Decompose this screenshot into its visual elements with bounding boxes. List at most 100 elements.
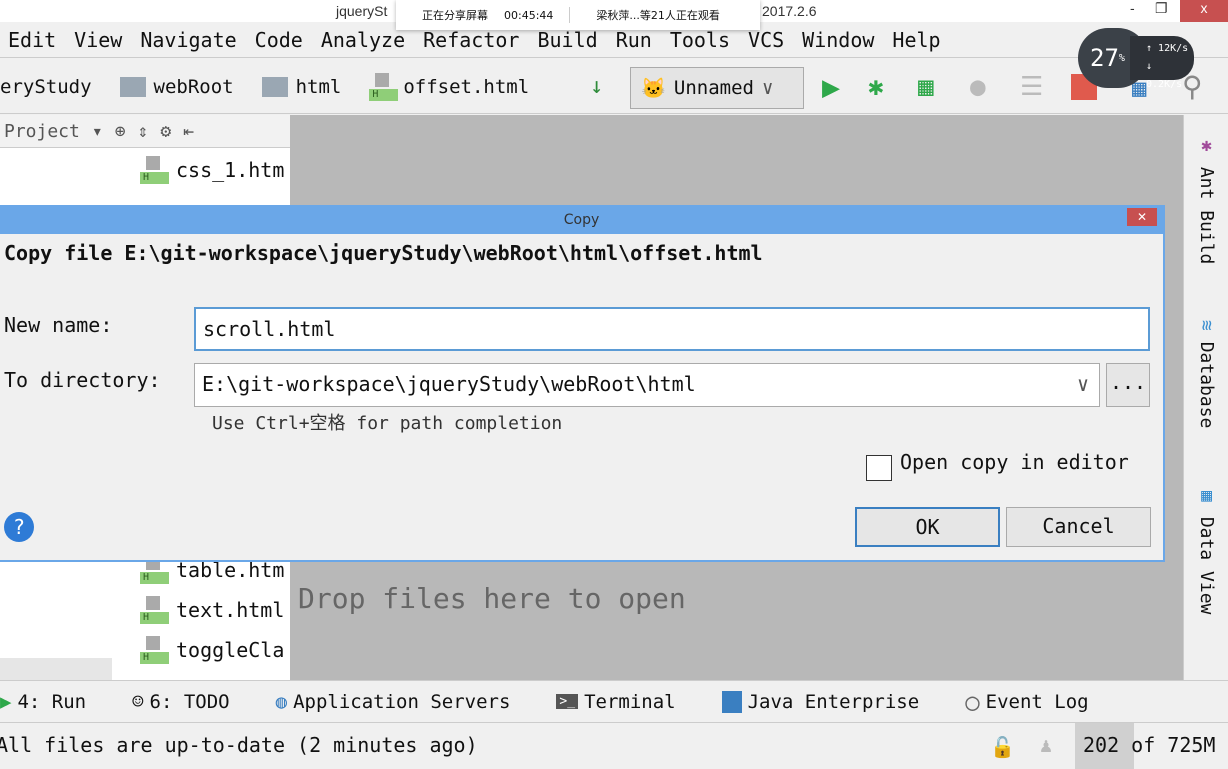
menu-refactor[interactable]: Refactor xyxy=(423,28,519,52)
profile-icon[interactable]: ● xyxy=(970,72,986,102)
cancel-button[interactable]: Cancel xyxy=(1006,507,1151,547)
breadcrumb-label: offset.html xyxy=(403,75,530,98)
status-message: All files are up-to-date (2 minutes ago) xyxy=(0,733,478,757)
tree-item[interactable]: text.html xyxy=(140,596,284,624)
browse-button[interactable]: ... xyxy=(1106,363,1150,407)
tool-label: Terminal xyxy=(584,690,676,713)
menu-code[interactable]: Code xyxy=(255,28,303,52)
gear-icon[interactable]: ⚙ xyxy=(160,121,171,142)
speech-bubble-icon: ○ xyxy=(965,687,980,716)
copy-dialog: Copy ✕ Copy file E:\git-workspace\jquery… xyxy=(0,205,1165,562)
tree-item[interactable]: toggleCla xyxy=(140,636,284,664)
directory-combo[interactable]: E:\git-workspace\jqueryStudy\webRoot\htm… xyxy=(194,363,1100,407)
share-status: 正在分享屏幕 xyxy=(422,9,488,22)
file-name: css_1.htm xyxy=(176,158,285,182)
html-file-icon xyxy=(369,72,399,101)
todo-icon: ☺ xyxy=(132,690,144,713)
file-name: toggleCla xyxy=(176,638,285,662)
close-button[interactable]: x xyxy=(1180,0,1228,22)
collapse-all-icon[interactable]: ⇕ xyxy=(138,121,149,142)
to-directory-label: To directory: xyxy=(4,368,161,392)
directory-value: E:\git-workspace\jqueryStudy\webRoot\htm… xyxy=(202,372,696,396)
upload-speed: 12 xyxy=(1158,43,1171,54)
breadcrumb-project[interactable]: eryStudy xyxy=(0,76,92,98)
run-tool-button[interactable]: ▶ 4: Run xyxy=(0,691,86,713)
build-artifacts-icon[interactable]: ☰ xyxy=(1020,72,1043,102)
menu-help[interactable]: Help xyxy=(892,28,940,52)
editor-empty-text: Drop files here to open xyxy=(298,582,686,615)
html-file-icon xyxy=(140,596,169,624)
run-config-dropdown[interactable]: 🐱 Unnamed ∨ xyxy=(630,67,804,109)
run-config-label: Unnamed xyxy=(673,77,754,99)
help-button[interactable]: ? xyxy=(4,512,34,542)
breadcrumb-label: eryStudy xyxy=(0,75,92,98)
terminal-icon: >_ xyxy=(556,694,579,709)
menu-navigate[interactable]: Navigate xyxy=(140,28,236,52)
inspector-icon[interactable]: ♟ xyxy=(1040,733,1052,757)
file-name: text.html xyxy=(176,598,285,622)
ant-build-tab[interactable]: ✱ Ant Build xyxy=(1196,135,1217,264)
menu-vcs[interactable]: VCS xyxy=(748,28,784,52)
share-time: 00:45:44 xyxy=(504,8,554,22)
cpu-unit: % xyxy=(1118,52,1125,64)
network-monitor: ↑ 12K/s ↓ 0.2K/s xyxy=(1130,36,1194,90)
menu-window[interactable]: Window xyxy=(802,28,874,52)
database-tab[interactable]: ≋ Database xyxy=(1196,320,1217,428)
project-view-dropdown[interactable]: Project xyxy=(4,121,80,142)
dialog-close-button[interactable]: ✕ xyxy=(1127,208,1157,226)
tomcat-icon: 🐱 xyxy=(641,76,666,100)
event-log-tool-button[interactable]: ○ Event Log xyxy=(965,688,1088,716)
folder-icon xyxy=(261,76,288,97)
status-bar: All files are up-to-date (2 minutes ago)… xyxy=(0,722,1228,769)
locate-icon[interactable]: ⊕ xyxy=(115,121,126,142)
breadcrumb-label: webRoot xyxy=(153,75,234,98)
path-completion-hint: Use Ctrl+空格 for path completion xyxy=(212,413,563,434)
unit: K/s xyxy=(1164,79,1183,90)
new-name-label: New name: xyxy=(4,313,113,337)
app-servers-tool-button[interactable]: ◍ Application Servers xyxy=(276,691,511,713)
coverage-icon[interactable]: ▦ xyxy=(918,72,934,102)
breadcrumb-html[interactable]: html xyxy=(261,76,341,98)
breadcrumb-file[interactable]: offset.html xyxy=(369,72,530,101)
menu-analyze[interactable]: Analyze xyxy=(321,28,405,52)
tab-label: Data View xyxy=(1196,516,1217,615)
menu-edit[interactable]: Edit xyxy=(8,28,56,52)
menu-run[interactable]: Run xyxy=(616,28,652,52)
table-icon: ▦ xyxy=(1196,485,1217,517)
caret-down-icon[interactable]: ▾ xyxy=(92,121,103,142)
memory-indicator[interactable]: 202 of 725M xyxy=(1075,723,1224,769)
new-name-input[interactable]: scroll.html xyxy=(194,307,1150,351)
data-view-tab[interactable]: ▦ Data View xyxy=(1196,485,1217,614)
tree-scrollbar[interactable] xyxy=(0,658,112,680)
download-speed: 0.2 xyxy=(1146,79,1165,90)
vcs-update-icon[interactable]: ↓ xyxy=(590,74,603,99)
window-title-version: 2017.2.6 xyxy=(762,3,817,19)
ant-icon: ✱ xyxy=(1196,135,1217,167)
menu-build[interactable]: Build xyxy=(537,28,597,52)
dialog-title-bar[interactable]: Copy ✕ xyxy=(0,207,1163,234)
minimize-button[interactable]: - xyxy=(1130,0,1135,16)
open-copy-checkbox[interactable] xyxy=(866,455,892,481)
menu-bar: Edit View Navigate Code Analyze Refactor… xyxy=(0,22,1228,58)
tool-label: Application Servers xyxy=(293,690,511,713)
debug-icon[interactable]: ✱ xyxy=(868,72,884,102)
tree-item[interactable]: css_1.htm xyxy=(140,156,284,184)
hide-panel-icon[interactable]: ⇤ xyxy=(183,121,194,142)
cpu-value: 27 xyxy=(1090,44,1119,72)
lock-icon[interactable]: 🔓 xyxy=(990,735,1015,759)
maximize-button[interactable]: ❐ xyxy=(1155,0,1168,17)
run-icon[interactable]: ▶ xyxy=(822,70,840,105)
todo-tool-button[interactable]: ☺ 6: TODO xyxy=(132,691,230,713)
java-ee-icon xyxy=(721,690,742,713)
java-enterprise-tool-button[interactable]: Java Enterprise xyxy=(721,690,919,713)
breadcrumb-webroot[interactable]: webRoot xyxy=(119,75,234,98)
dialog-title: Copy xyxy=(563,212,600,228)
menu-view[interactable]: View xyxy=(74,28,122,52)
open-copy-label[interactable]: Open copy in editor xyxy=(900,450,1129,474)
tab-label: Database xyxy=(1196,341,1217,429)
menu-tools[interactable]: Tools xyxy=(670,28,730,52)
project-panel-header: Project ▾ ⊕ ⇕ ⚙ ⇤ xyxy=(0,115,290,148)
terminal-tool-button[interactable]: >_ Terminal xyxy=(556,690,676,713)
chevron-down-icon[interactable]: ∨ xyxy=(1077,366,1089,402)
ok-button[interactable]: OK xyxy=(855,507,1000,547)
